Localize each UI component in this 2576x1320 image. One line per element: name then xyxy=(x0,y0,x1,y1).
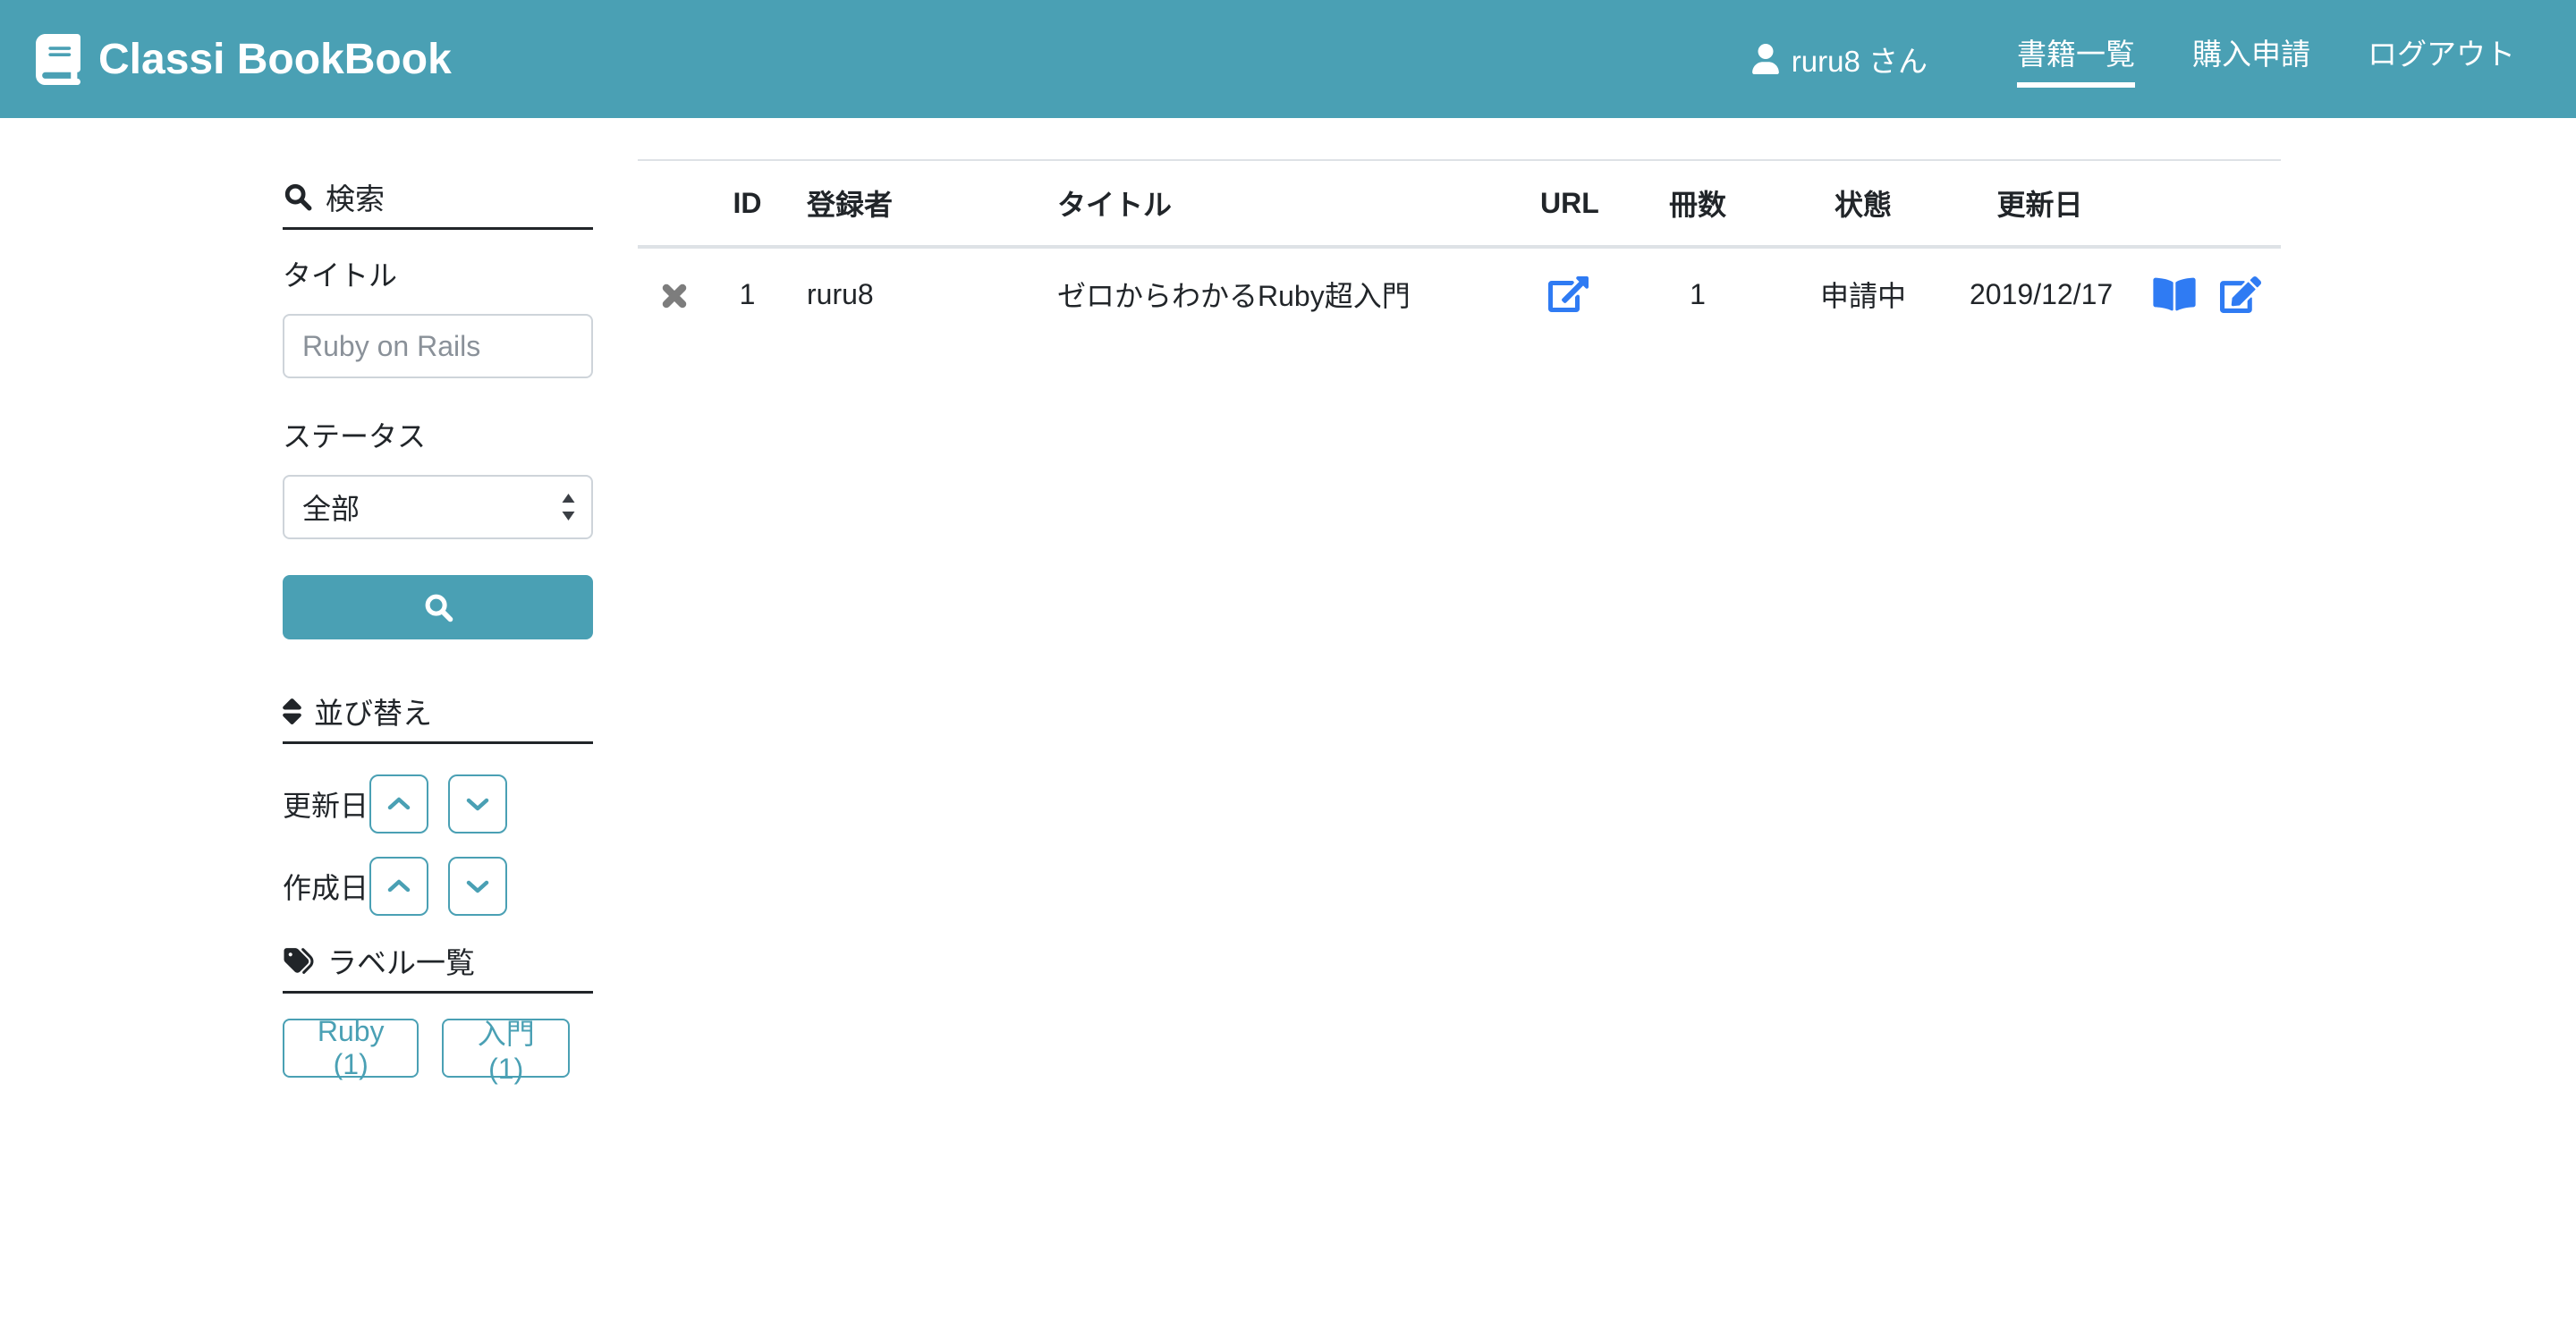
user-icon xyxy=(1751,44,1779,74)
title-input[interactable] xyxy=(283,314,593,378)
select-spinner-icon xyxy=(560,491,577,523)
sort-updated-label: 更新日 xyxy=(283,790,369,822)
chevron-up-icon xyxy=(386,796,411,812)
search-icon xyxy=(283,182,313,212)
cell-id: 1 xyxy=(709,246,785,340)
navbar-user: ruru8 さん xyxy=(1751,38,1928,80)
cell-count: 1 xyxy=(1617,246,1778,340)
sort-created-asc-button[interactable] xyxy=(369,857,428,916)
cell-status: 申請中 xyxy=(1778,246,1948,340)
book-table: ID 登録者 タイトル URL 冊数 状態 更新日 1 ruru8 ゼロからわか… xyxy=(638,159,2281,340)
sort-row-updated: 更新日 xyxy=(283,774,593,833)
header-updated: 更新日 xyxy=(1948,159,2131,249)
chevron-down-icon xyxy=(465,878,490,894)
table-header-row: ID 登録者 タイトル URL 冊数 状態 更新日 xyxy=(638,159,2281,249)
header-id: ID xyxy=(709,159,785,249)
tags-icon xyxy=(283,946,315,976)
status-select-value: 全部 xyxy=(302,493,360,525)
cell-title: ゼロからわかるRuby超入門 xyxy=(1036,246,1519,340)
header-status: 状態 xyxy=(1778,159,1948,249)
search-section-heading: 検索 xyxy=(283,175,593,230)
sort-created-desc-button[interactable] xyxy=(448,857,507,916)
title-label: タイトル xyxy=(283,259,398,292)
cell-delete xyxy=(638,246,709,340)
cell-updated: 2019/12/17 xyxy=(1948,246,2131,340)
cell-detail xyxy=(2131,246,2199,340)
table-row: 1 ruru8 ゼロからわかるRuby超入門 1 申請中 2019/12/17 xyxy=(638,246,2281,340)
user-name: ruru8 さん xyxy=(1791,45,1928,78)
sort-row-created: 作成日 xyxy=(283,857,593,916)
edit-button[interactable] xyxy=(2220,275,2261,313)
header-registrant: 登録者 xyxy=(785,159,1036,249)
labels-section-heading: ラベル一覧 xyxy=(283,939,593,994)
sort-icon xyxy=(283,697,301,726)
book-detail-button[interactable] xyxy=(2153,275,2196,313)
edit-pencil-icon xyxy=(2220,275,2261,313)
navbar-menu: ruru8 さん 書籍一覧 購入申請 ログアウト xyxy=(1751,30,2515,88)
search-heading-label: 検索 xyxy=(326,182,385,216)
sort-heading-label: 並び替え xyxy=(314,697,432,730)
header-edit-spacer xyxy=(2199,159,2281,249)
search-icon xyxy=(421,590,455,624)
header-count: 冊数 xyxy=(1617,159,1778,249)
times-icon xyxy=(659,281,690,311)
status-label: ステータス xyxy=(283,420,427,453)
search-button[interactable] xyxy=(283,575,593,639)
header-url: URL xyxy=(1519,159,1617,249)
book-icon xyxy=(36,33,80,85)
label-tag-ruby[interactable]: Ruby (1) xyxy=(283,1015,419,1080)
nav-item-logout[interactable]: ログアウト xyxy=(2368,30,2515,88)
labels-heading-label: ラベル一覧 xyxy=(327,946,475,979)
label-list: Ruby (1) 入門 (1) xyxy=(283,1015,593,1085)
cell-url xyxy=(1519,246,1617,340)
label-tag-nyumon[interactable]: 入門 (1) xyxy=(442,1018,570,1085)
sort-updated-desc-button[interactable] xyxy=(448,774,507,833)
sort-created-label: 作成日 xyxy=(283,872,369,904)
nav-item-purchase-request[interactable]: 購入申請 xyxy=(2192,30,2310,88)
external-link-icon xyxy=(1547,276,1589,313)
sidebar: 検索 タイトル ステータス 全部 xyxy=(283,175,593,1085)
brand[interactable]: Classi BookBook xyxy=(36,33,452,85)
book-list: ID 登録者 タイトル URL 冊数 状態 更新日 1 ruru8 ゼロからわか… xyxy=(638,159,2281,340)
navbar: Classi BookBook ruru8 さん 書籍一覧 購入申請 ログアウト xyxy=(0,0,2576,118)
header-delete-spacer xyxy=(638,159,709,249)
brand-title: Classi BookBook xyxy=(98,35,452,83)
sort-section-heading: 並び替え xyxy=(283,690,593,744)
nav-item-book-list[interactable]: 書籍一覧 xyxy=(2017,30,2135,88)
cell-registrant: ruru8 xyxy=(785,246,1036,340)
external-link-button[interactable] xyxy=(1547,276,1589,313)
status-select[interactable]: 全部 xyxy=(283,475,593,539)
chevron-up-icon xyxy=(386,878,411,894)
chevron-down-icon xyxy=(465,796,490,812)
book-open-icon xyxy=(2153,275,2196,313)
header-title: タイトル xyxy=(1036,159,1519,249)
sort-updated-asc-button[interactable] xyxy=(369,774,428,833)
header-detail-spacer xyxy=(2131,159,2199,249)
delete-button[interactable] xyxy=(659,281,690,311)
cell-edit xyxy=(2199,246,2281,340)
